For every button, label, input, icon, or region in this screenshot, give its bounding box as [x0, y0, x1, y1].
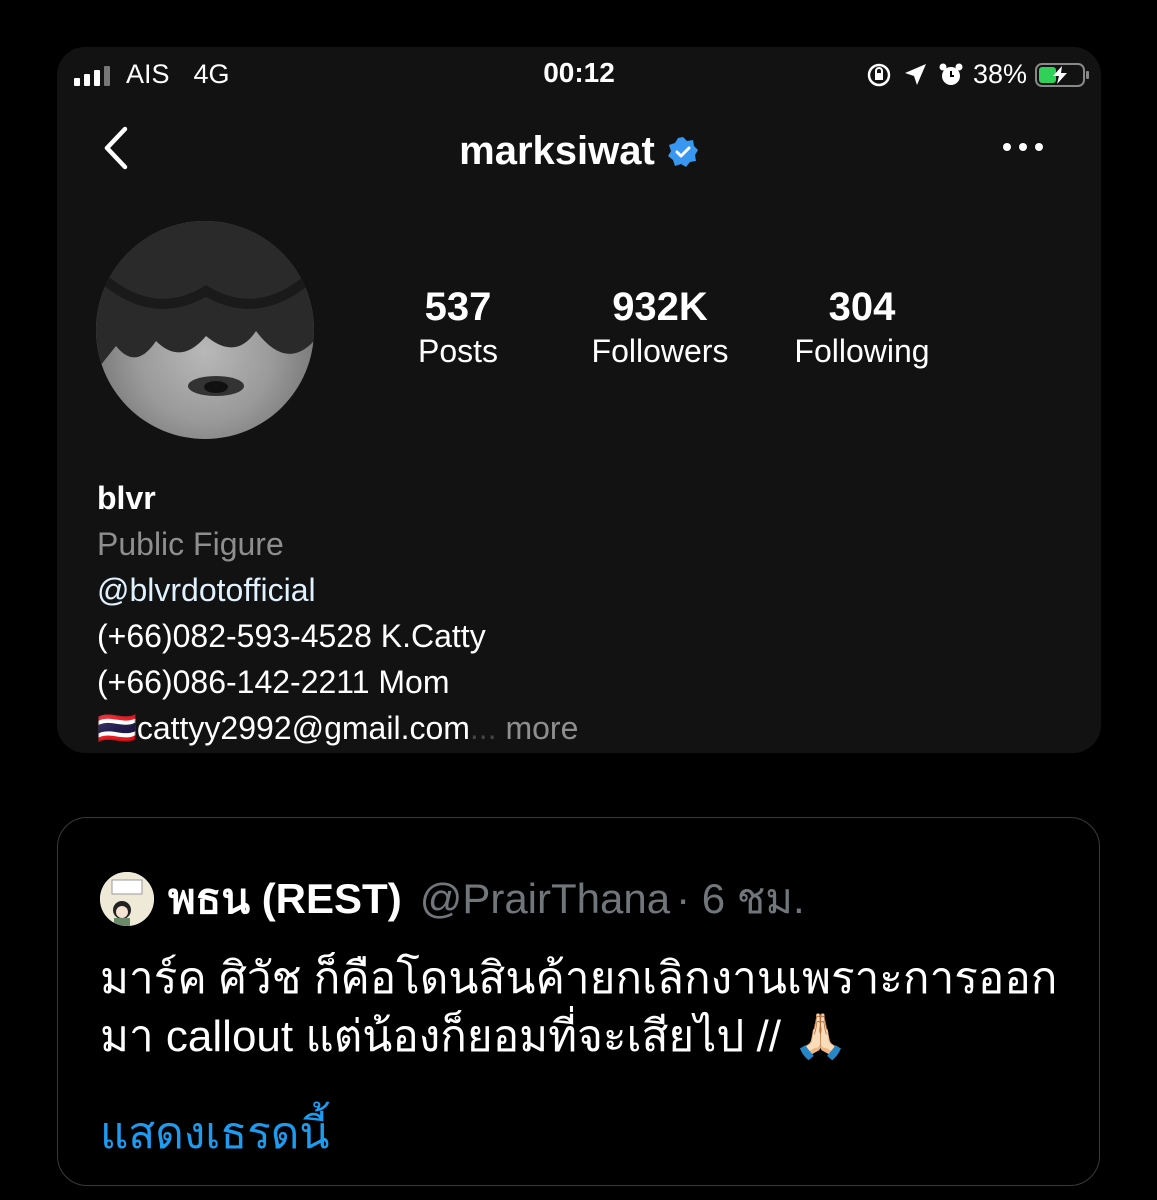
profile-bio: blvr Public Figure @blvrdotofficial (+66… [97, 475, 578, 751]
username-text: marksiwat [459, 129, 655, 173]
verified-badge-icon [667, 136, 698, 167]
avatar-photo [96, 221, 314, 396]
bio-ellipsis: ... [469, 710, 497, 746]
tweet-time: · 6 ชม. [676, 875, 805, 922]
followers-count: 932K [612, 285, 708, 329]
show-thread-link[interactable]: แสดงเธรดนี้ [100, 1098, 329, 1168]
profile-username: marksiwat [57, 129, 1101, 174]
following-label: Following [794, 333, 930, 369]
following-count: 304 [828, 285, 896, 329]
tweet-author-avatar[interactable] [100, 872, 154, 926]
status-bar-right: 38% [865, 59, 1089, 90]
more-options-icon[interactable] [1001, 139, 1045, 155]
bio-phone-1: (+66)082-593-4528 K.Catty [97, 618, 486, 654]
bio-mention-link[interactable]: @blvrdotofficial [97, 567, 578, 613]
tweet-author-name: พธน (REST) [168, 875, 402, 922]
posts-stat[interactable]: 537 Posts [401, 285, 515, 373]
status-bar: AIS 4G 00:12 38% [57, 47, 1101, 103]
avatar-illustration [100, 872, 154, 926]
tweet-author-handle: @PrairThana [419, 875, 671, 922]
bio-name: blvr [97, 480, 156, 516]
orientation-lock-icon [867, 63, 891, 86]
bio-phone-2: (+66)086-142-2211 Mom [97, 664, 450, 700]
profile-avatar[interactable] [96, 221, 314, 439]
posts-count: 537 [424, 285, 492, 329]
location-arrow-icon [904, 63, 926, 85]
posts-label: Posts [417, 333, 499, 369]
instagram-profile-card: AIS 4G 00:12 38% marksiwat 537 Posts 932… [57, 47, 1101, 753]
bio-email: cattyy2992@gmail.com [136, 710, 470, 746]
following-stat[interactable]: 304 Following [779, 285, 945, 373]
bio-more-link[interactable]: more [505, 710, 578, 746]
followers-label: Followers [591, 333, 729, 369]
tweet-header: พธน (REST) @PrairThana · 6 ชม. [100, 866, 805, 932]
thailand-flag-icon: 🇹🇭 [97, 710, 137, 746]
quoted-tweet-card[interactable]: พธน (REST) @PrairThana · 6 ชม. มาร์ค ศิว… [57, 817, 1100, 1186]
profile-header: marksiwat [57, 117, 1101, 187]
bio-category: Public Figure [97, 526, 284, 562]
bio-email-line: 🇹🇭cattyy2992@gmail.com... more [97, 705, 578, 751]
tweet-text: มาร์ค ศิวัช ก็คือโดนสินค้ายกเลิกงานเพราะ… [100, 954, 1058, 1061]
battery-percent: 38% [972, 59, 1027, 89]
battery-icon [1035, 62, 1089, 87]
followers-stat[interactable]: 932K Followers [575, 285, 745, 373]
alarm-icon [939, 63, 963, 85]
